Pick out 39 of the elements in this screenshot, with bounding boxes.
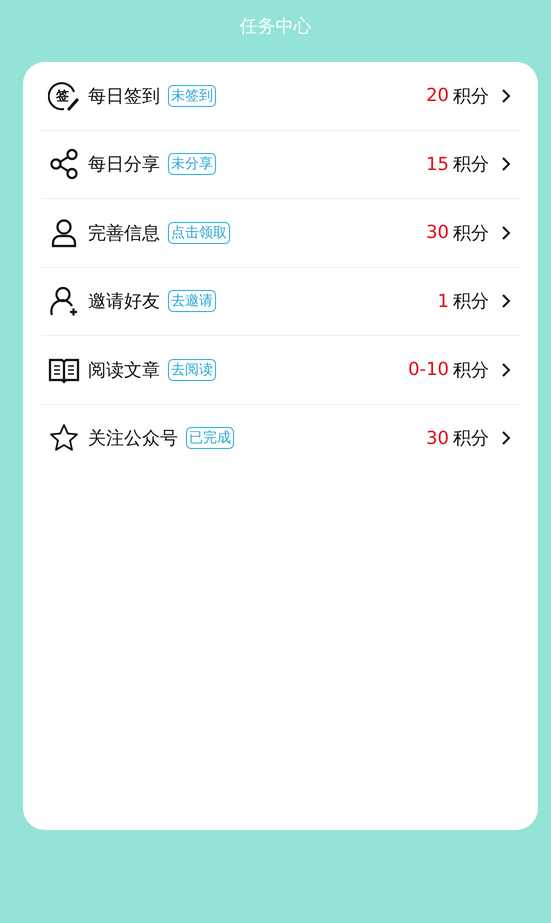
- points-unit: 积分: [453, 222, 489, 245]
- points-unit: 积分: [453, 153, 489, 176]
- chevron-right-icon: [501, 362, 511, 378]
- chevron-right-icon: [501, 88, 511, 104]
- task-status-tag: 未签到: [168, 84, 216, 107]
- points-unit: 积分: [453, 290, 489, 314]
- task-row[interactable]: 签 每日签到 未签到 20 积分: [41, 62, 520, 130]
- task-label: 每日签到: [88, 84, 160, 108]
- chevron-right-icon: [501, 156, 511, 172]
- chevron-right-icon: [501, 430, 511, 446]
- task-status-tag: 未分享: [168, 153, 216, 176]
- points-value: 1: [438, 290, 449, 312]
- task-label: 邀请好友: [88, 290, 160, 314]
- task-row[interactable]: 关注公众号 已完成 30 积分: [41, 404, 520, 472]
- points-unit: 积分: [453, 358, 489, 382]
- points-value: 0-10: [408, 359, 449, 380]
- points-unit: 积分: [453, 84, 489, 108]
- share-icon: [48, 148, 80, 180]
- chevron-right-icon: [501, 293, 511, 310]
- task-row[interactable]: 完善信息 点击领取 30 积分: [41, 199, 520, 268]
- task-status-tag: 去阅读: [168, 358, 216, 381]
- task-label: 完善信息: [88, 222, 160, 245]
- task-row[interactable]: 阅读文章 去阅读 0-10 积分: [41, 336, 520, 404]
- task-label: 关注公众号: [88, 427, 178, 450]
- task-row[interactable]: 每日分享 未分享 15 积分: [41, 130, 520, 199]
- page-title: 任务中心: [240, 15, 312, 38]
- task-status-tag: 已完成: [186, 427, 234, 450]
- task-status-tag: 点击领取: [168, 222, 230, 244]
- add-user-icon: [48, 285, 80, 318]
- task-label: 阅读文章: [88, 358, 160, 382]
- points-value: 30: [426, 222, 449, 244]
- task-status-tag: 去邀请: [168, 290, 216, 312]
- task-label: 每日分享: [88, 153, 160, 176]
- points-value: 20: [426, 85, 449, 106]
- points-unit: 积分: [453, 427, 489, 450]
- points-value: 30: [426, 428, 449, 449]
- chevron-right-icon: [501, 224, 511, 241]
- task-row[interactable]: 邀请好友 去邀请 1 积分: [41, 268, 520, 336]
- points-value: 15: [426, 154, 449, 175]
